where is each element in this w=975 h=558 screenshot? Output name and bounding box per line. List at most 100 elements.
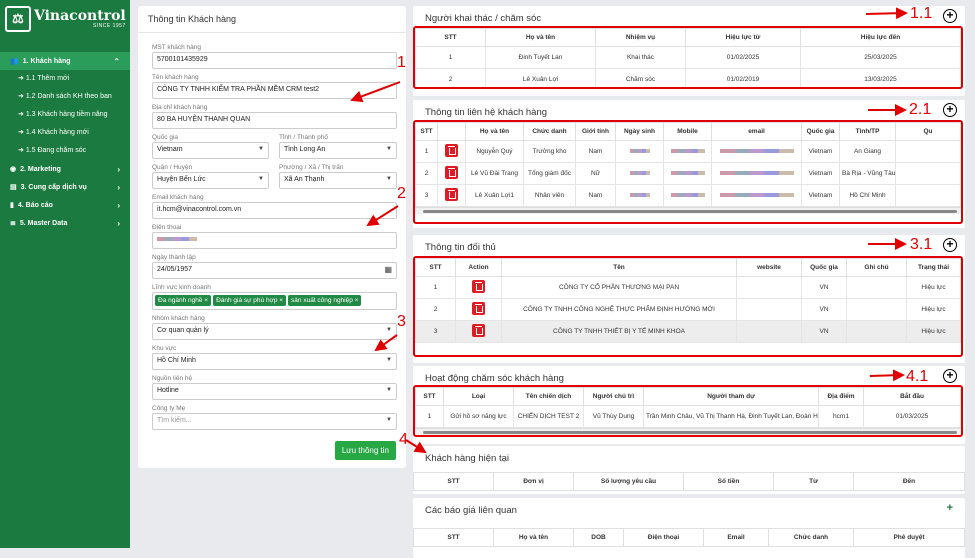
sidebar-item-0[interactable]: 👥 1. Khách hàng ⌃	[0, 52, 130, 70]
column-header[interactable]: Nhiệm vụ	[595, 28, 686, 47]
add-competitor-plus-icon[interactable]: +	[943, 238, 957, 252]
column-header[interactable]: Phê duyệt	[853, 528, 965, 547]
sidebar-item-3[interactable]: ➜ 1.3 Khách hàng tiềm năng	[0, 106, 130, 124]
column-header[interactable]: Đơn vị	[493, 472, 574, 491]
column-header[interactable]: Hiệu lực đến	[800, 28, 961, 47]
sidebar-item-8[interactable]: ▮ 4. Báo cáo ›	[0, 196, 130, 214]
column-header[interactable]: Đến	[853, 472, 965, 491]
address-input[interactable]: 80 BA HUYỆN THANH QUAN	[152, 112, 397, 129]
add-contact-plus-icon[interactable]: +	[943, 103, 957, 117]
column-header[interactable]: Quốc gia	[801, 122, 840, 141]
column-header[interactable]: Số tiền	[683, 472, 774, 491]
column-header[interactable]: Chức danh	[523, 122, 576, 141]
table-row[interactable]: 2 Lê Xuân Lợi Chăm sóc 01/02/2019 13/03/2025	[415, 68, 961, 87]
business-field-tag[interactable]: sản xuất công nghiệp ×	[288, 295, 362, 306]
sidebar-item-2[interactable]: ➜ 1.2 Danh sách KH theo ban	[0, 88, 130, 106]
table-row[interactable]: 3 Lê Xuân Lợi1 Nhân viên Nam Vietnam Hồ Chí M…	[415, 184, 961, 207]
business-field-tag[interactable]: Đa ngành nghề ×	[155, 295, 212, 306]
column-header[interactable]: STT	[415, 387, 444, 406]
column-header[interactable]: Số lượng yêu cầu	[573, 472, 684, 491]
sidebar-item-7[interactable]: ▤ 3. Cung cấp dịch vụ ›	[0, 178, 130, 196]
sidebar-item-5[interactable]: ➜ 1.5 Đang chăm sóc	[0, 142, 130, 160]
column-header[interactable]: email	[711, 122, 802, 141]
column-header[interactable]: Từ	[773, 472, 854, 491]
add-quote-plus-icon[interactable]: +	[947, 502, 953, 514]
column-header[interactable]: Họ và tên	[465, 122, 524, 141]
ward-select[interactable]: Xã An Thạnh ▼	[279, 172, 397, 189]
column-header[interactable]: Giới tính	[575, 122, 616, 141]
column-header[interactable]: STT	[415, 28, 486, 47]
column-header[interactable]: Chức danh	[768, 528, 854, 547]
column-header[interactable]: Loại	[443, 387, 514, 406]
sidebar-item-9[interactable]: ≣ 5. Master Data ›	[0, 214, 130, 232]
column-header[interactable]: Quốc gia	[801, 258, 847, 277]
sidebar-item-4[interactable]: ➜ 1.4 Khách hàng mới	[0, 124, 130, 142]
column-header[interactable]: Email	[703, 528, 769, 547]
brand-logo[interactable]: ⚖ Vinacontrol SINCE 1957	[0, 0, 130, 38]
column-header[interactable]: Trạng thái	[906, 258, 961, 277]
business-field-input[interactable]: Đa ngành nghề × Đánh giá sự phù hợp × sản …	[152, 292, 397, 310]
delete-icon[interactable]	[445, 188, 458, 201]
table-row[interactable]: 1 Nguyễn Quý Trưởng kho Nam Vietnam An Giang	[415, 140, 961, 163]
column-header[interactable]: Tên chiến dịch	[513, 387, 584, 406]
redacted-value	[629, 149, 650, 154]
group-select[interactable]: Cơ quan quản lý ▼	[152, 323, 397, 340]
customer-name-input[interactable]: CÔNG TY TNHH KIỂM TRA PHẦN MỀM CRM test2	[152, 82, 397, 99]
add-staff-plus-icon[interactable]: +	[943, 9, 957, 23]
column-header[interactable]: Điện thoại	[623, 528, 704, 547]
column-header[interactable]: STT	[415, 258, 456, 277]
column-header[interactable]: Bắt đầu	[863, 387, 961, 406]
source-select[interactable]: Hotline ▼	[152, 383, 397, 400]
column-header[interactable]: Địa điểm	[818, 387, 864, 406]
column-header[interactable]: Qu	[895, 122, 961, 141]
column-header[interactable]: Mobile	[663, 122, 712, 141]
table-row[interactable]: 1 CÔNG TY CỔ PHẦN THƯƠNG MẠI PAN VN Hiệu lự…	[415, 276, 961, 299]
table-cell: 1	[415, 276, 456, 299]
activities-scrollbar[interactable]	[415, 428, 961, 435]
column-header[interactable]: STT	[413, 472, 494, 491]
column-header[interactable]: Tỉnh/TP	[839, 122, 896, 141]
delete-icon[interactable]	[472, 324, 485, 337]
region-select[interactable]: Hồ Chí Minh ▼	[152, 353, 397, 370]
column-header[interactable]: Hiệu lực từ	[685, 28, 801, 47]
mst-input[interactable]: 5700101435929	[152, 52, 397, 69]
table-row[interactable]: 1 Đinh Tuyết Lan Khai thác 01/02/2025 25/03/…	[415, 46, 961, 69]
delete-icon[interactable]	[445, 144, 458, 157]
column-header[interactable]: Ngày sinh	[615, 122, 664, 141]
table-row[interactable]: 2 CÔNG TY TNHH CÔNG NGHỆ THỰC PHẨM ĐỊNH H…	[415, 298, 961, 321]
column-header[interactable]: Người tham dự	[643, 387, 819, 406]
column-header[interactable]: Họ và tên	[485, 28, 596, 47]
column-header[interactable]	[437, 122, 466, 141]
sidebar-item-6[interactable]: ◉ 2. Marketing ›	[0, 160, 130, 178]
column-header[interactable]: STT	[415, 122, 438, 141]
column-header[interactable]: website	[736, 258, 802, 277]
province-select[interactable]: Tỉnh Long An ▼	[279, 142, 397, 159]
district-select[interactable]: Huyện Bến Lức ▼	[152, 172, 269, 189]
founded-date-input[interactable]: 24/05/1957 ▦	[152, 262, 397, 279]
column-header[interactable]: Họ và tên	[493, 528, 574, 547]
parent-company-select[interactable]: Tìm kiếm... ▼	[152, 413, 397, 430]
sidebar-item-1[interactable]: ➜ 1.1 Thêm mới	[0, 70, 130, 88]
column-header[interactable]: Action	[455, 258, 502, 277]
delete-icon[interactable]	[445, 166, 458, 179]
delete-icon[interactable]	[472, 302, 485, 315]
contacts-scrollbar[interactable]	[415, 207, 961, 214]
country-select[interactable]: Vietnam ▼	[152, 142, 269, 159]
table-header-row: STT Loại Tên chiến dịch Người chủ trì Người …	[415, 387, 961, 406]
column-header[interactable]: STT	[413, 528, 494, 547]
email-input[interactable]: it.hcm@vinacontrol.com.vn	[152, 202, 397, 219]
calendar-icon[interactable]: ▦	[384, 265, 392, 274]
column-header[interactable]: Tên	[501, 258, 737, 277]
delete-icon[interactable]	[472, 280, 485, 293]
save-button[interactable]: Lưu thông tin	[334, 441, 396, 460]
phone-input[interactable]	[152, 232, 397, 249]
column-header[interactable]: DOB	[573, 528, 624, 547]
business-field-tag[interactable]: Đánh giá sự phù hợp ×	[213, 295, 287, 306]
add-activity-plus-icon[interactable]: +	[943, 369, 957, 383]
table-header-row: STT Họ và tên Nhiệm vụ Hiệu lực từ Hiệu lực …	[415, 28, 961, 47]
column-header[interactable]: Ghi chú	[846, 258, 907, 277]
table-row[interactable]: 1 Gửi hồ sơ năng lực CHIẾN DỊCH TEST 2 Vũ T…	[415, 405, 961, 428]
table-row[interactable]: 3 CÔNG TY TNHH THIẾT BỊ Y TẾ MINH KHOA VN H…	[415, 320, 961, 343]
table-row[interactable]: 2 Lê Vũ Đài Trang Tổng giám đốc Nữ Vietnam Bà…	[415, 162, 961, 185]
column-header[interactable]: Người chủ trì	[583, 387, 644, 406]
